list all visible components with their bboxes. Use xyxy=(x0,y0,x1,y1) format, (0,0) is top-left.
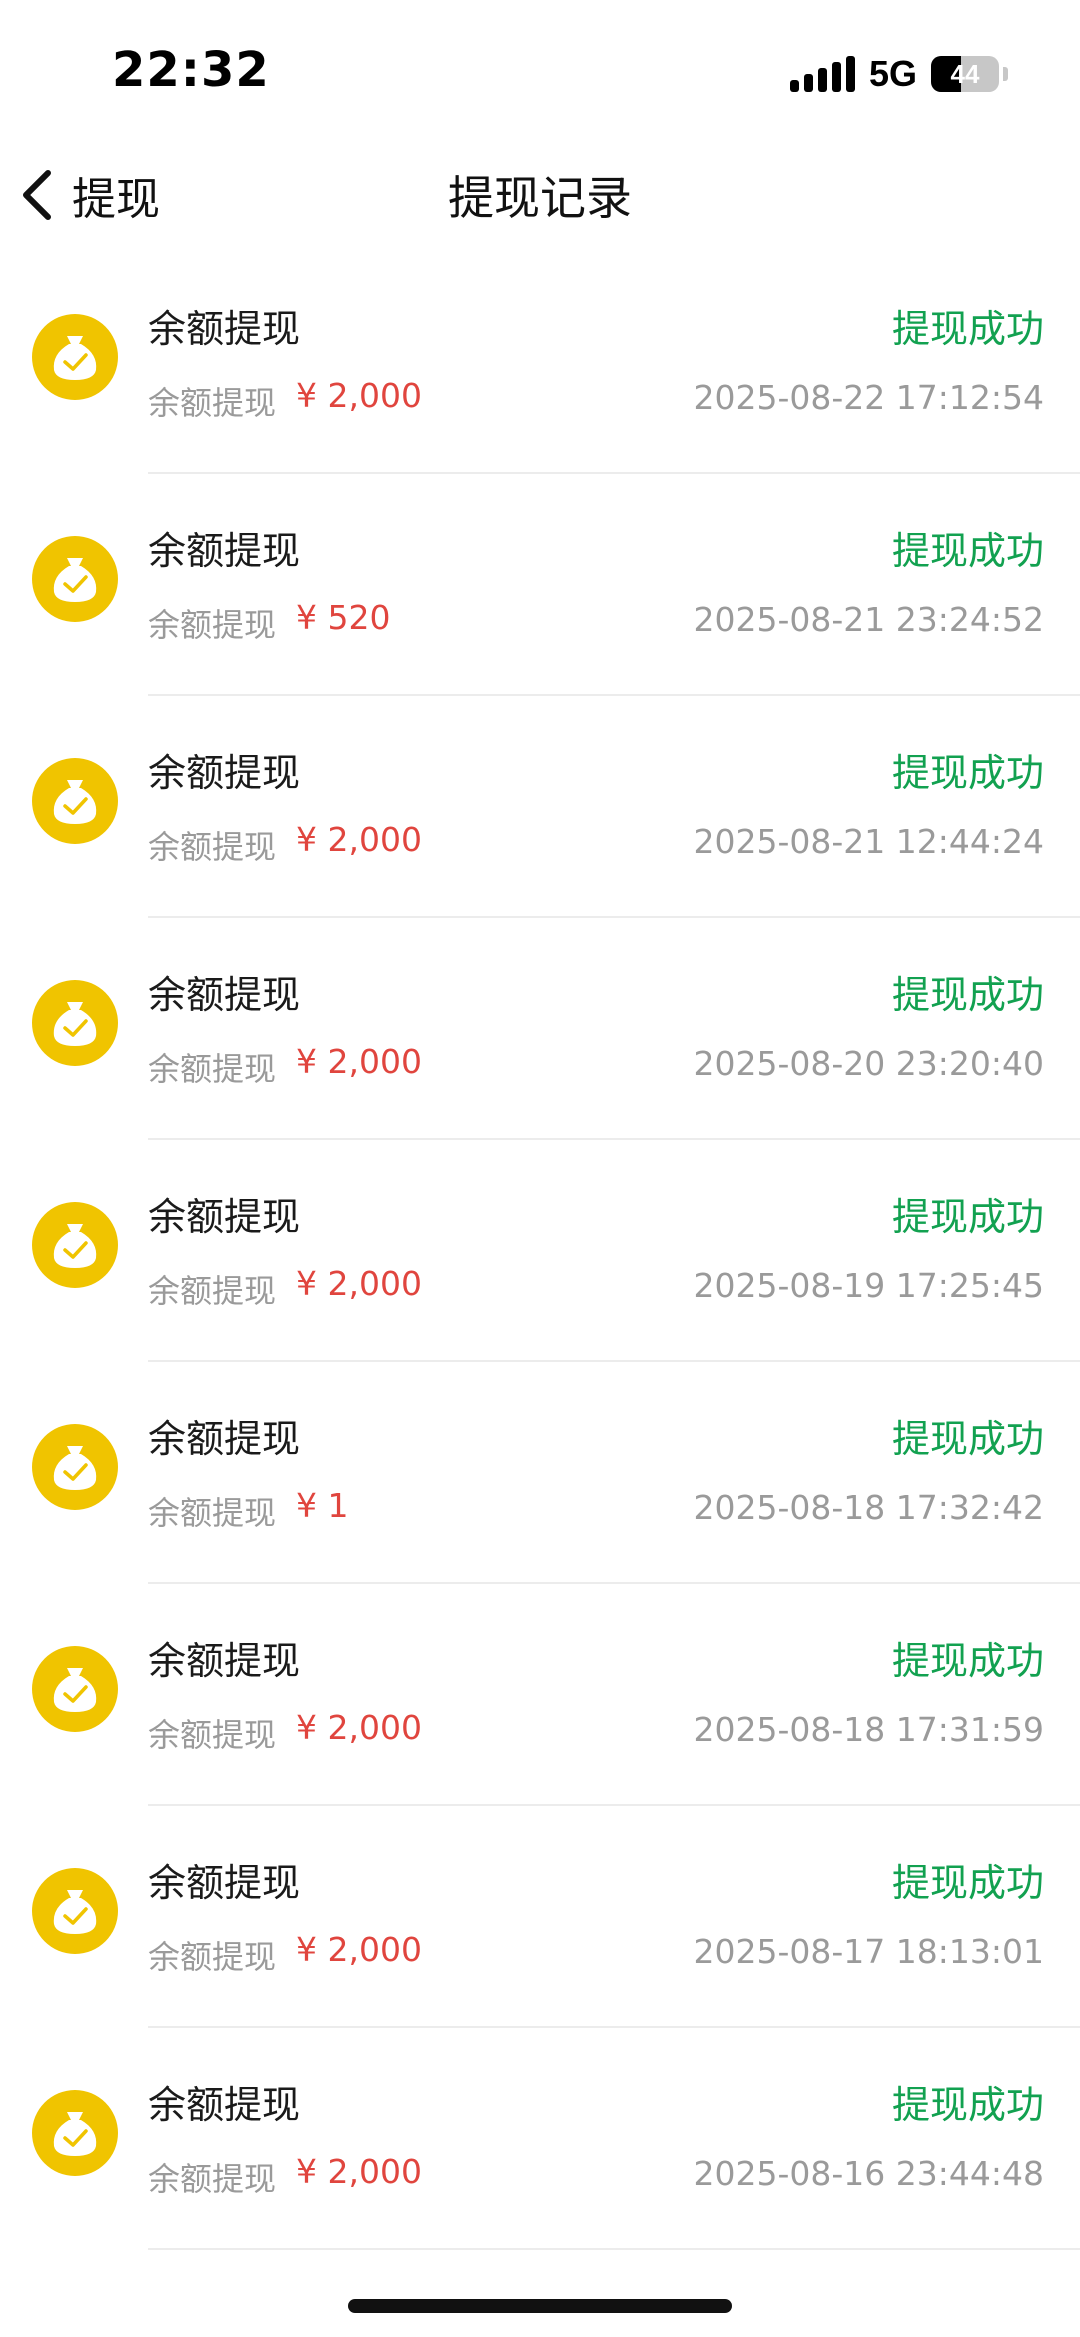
money-bag-icon xyxy=(32,1424,118,1510)
record-title: 余额提现 xyxy=(148,1861,301,1905)
record-time: 2025-08-17 18:13:01 xyxy=(693,1932,1044,1971)
money-bag-icon xyxy=(32,536,118,622)
record-row[interactable]: 余额提现 提现成功 余额提现 ¥ 1 2025-08-18 17:32:42 xyxy=(0,1362,1080,1584)
record-row[interactable]: 余额提现 提现成功 余额提现 ¥ 2,000 2025-08-16 23:44:… xyxy=(0,2028,1080,2250)
record-time: 2025-08-21 23:24:52 xyxy=(693,600,1044,639)
record-title: 余额提现 xyxy=(148,973,301,1017)
record-time: 2025-08-16 23:44:48 xyxy=(693,2154,1044,2193)
record-row[interactable]: 余额提现 提现成功 余额提现 ¥ 2,000 2025-08-21 12:44:… xyxy=(0,696,1080,918)
battery-icon: 44 xyxy=(931,56,999,92)
status-bar: 22:32 5G 44 xyxy=(0,0,1080,140)
record-row[interactable]: 余额提现 提现成功 余额提现 ¥ 2,000 2025-08-17 18:13:… xyxy=(0,1806,1080,2028)
record-time: 2025-08-18 17:32:42 xyxy=(693,1488,1044,1527)
money-bag-icon xyxy=(32,314,118,400)
record-subtitle: 余额提现 xyxy=(148,1938,277,1976)
record-title: 余额提现 xyxy=(148,1417,301,1461)
record-subtitle: 余额提现 xyxy=(148,1050,277,1088)
record-time: 2025-08-22 17:12:54 xyxy=(693,378,1044,417)
record-time: 2025-08-18 17:31:59 xyxy=(693,1710,1044,1749)
record-amount: ¥ 2,000 xyxy=(296,2152,422,2191)
record-amount: ¥ 2,000 xyxy=(296,1264,422,1303)
record-title: 余额提现 xyxy=(148,751,301,795)
record-amount: ¥ 2,000 xyxy=(296,1708,422,1747)
nav-bar: 提现 提现记录 xyxy=(0,140,1080,250)
battery-tip xyxy=(1003,67,1008,81)
record-title: 余额提现 xyxy=(148,529,301,573)
record-title: 余额提现 xyxy=(148,1639,301,1683)
money-bag-icon xyxy=(32,2090,118,2176)
record-title: 余额提现 xyxy=(148,2083,301,2127)
money-bag-icon xyxy=(32,980,118,1066)
record-amount: ¥ 2,000 xyxy=(296,820,422,859)
record-status: 提现成功 xyxy=(891,1417,1044,1461)
record-row[interactable]: 余额提现 提现成功 余额提现 ¥ 2,000 2025-08-22 17:12:… xyxy=(0,252,1080,474)
record-amount: ¥ 1 xyxy=(296,1486,349,1525)
record-row[interactable]: 余额提现 提现成功 余额提现 ¥ 2,000 2025-08-18 17:31:… xyxy=(0,1584,1080,1806)
record-subtitle: 余额提现 xyxy=(148,828,277,866)
money-bag-icon xyxy=(32,1202,118,1288)
record-subtitle: 余额提现 xyxy=(148,1272,277,1310)
record-amount: ¥ 2,000 xyxy=(296,1930,422,1969)
record-subtitle: 余额提现 xyxy=(148,2160,277,2198)
money-bag-icon xyxy=(32,1868,118,1954)
record-amount: ¥ 2,000 xyxy=(296,1042,422,1081)
record-status: 提现成功 xyxy=(891,307,1044,351)
record-subtitle: 余额提现 xyxy=(148,1716,277,1754)
record-time: 2025-08-21 12:44:24 xyxy=(693,822,1044,861)
record-status: 提现成功 xyxy=(891,1861,1044,1905)
record-status: 提现成功 xyxy=(891,1639,1044,1683)
record-time: 2025-08-19 17:25:45 xyxy=(693,1266,1044,1305)
cellular-signal-icon xyxy=(789,56,855,92)
record-subtitle: 余额提现 xyxy=(148,1494,277,1532)
page-title: 提现记录 xyxy=(448,171,632,225)
record-time: 2025-08-20 23:20:40 xyxy=(693,1044,1044,1083)
divider xyxy=(148,2248,1080,2250)
record-row[interactable]: 余额提现 提现成功 余额提现 ¥ 520 2025-08-21 23:24:52 xyxy=(0,474,1080,696)
money-bag-icon xyxy=(32,1646,118,1732)
record-subtitle: 余额提现 xyxy=(148,606,277,644)
network-type: 5G xyxy=(868,53,917,94)
record-row[interactable]: 余额提现 提现成功 余额提现 ¥ 2,000 2025-08-20 23:20:… xyxy=(0,918,1080,1140)
record-subtitle: 余额提现 xyxy=(148,384,277,422)
record-status: 提现成功 xyxy=(891,529,1044,573)
battery-level: 44 xyxy=(950,58,980,89)
record-status: 提现成功 xyxy=(891,973,1044,1017)
record-title: 余额提现 xyxy=(148,1195,301,1239)
record-status: 提现成功 xyxy=(891,1195,1044,1239)
home-indicator[interactable] xyxy=(348,2299,732,2313)
withdrawal-record-list: 余额提现 提现成功 余额提现 ¥ 2,000 2025-08-22 17:12:… xyxy=(0,252,1080,2250)
record-status: 提现成功 xyxy=(891,2083,1044,2127)
status-time: 22:32 xyxy=(112,42,270,98)
record-status: 提现成功 xyxy=(891,751,1044,795)
money-bag-icon xyxy=(32,758,118,844)
status-indicators: 5G 44 xyxy=(789,52,1008,96)
record-title: 余额提现 xyxy=(148,307,301,351)
record-row[interactable]: 余额提现 提现成功 余额提现 ¥ 2,000 2025-08-19 17:25:… xyxy=(0,1140,1080,1362)
record-amount: ¥ 2,000 xyxy=(296,376,422,415)
record-amount: ¥ 520 xyxy=(296,598,391,637)
